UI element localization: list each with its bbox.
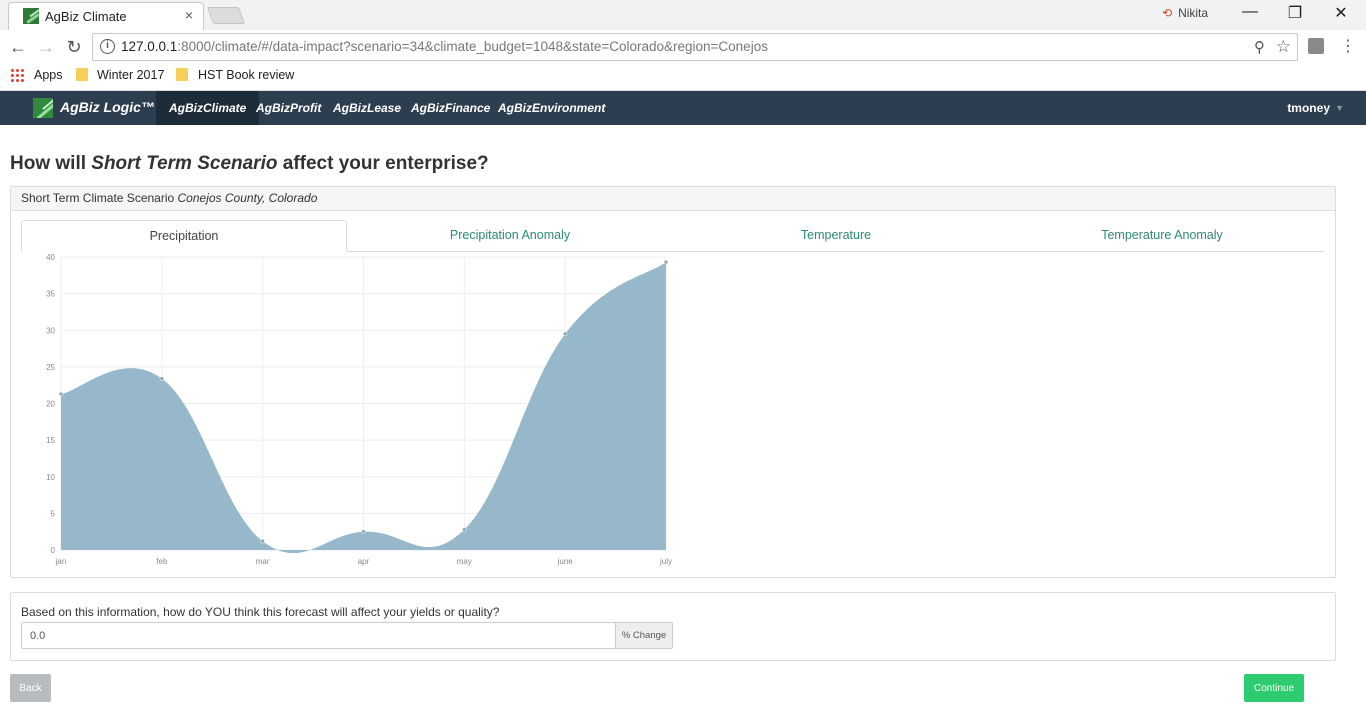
y-tick-label: 30 [46, 326, 55, 335]
browser-tab[interactable]: AgBiz Climate × [8, 2, 204, 30]
restore-icon[interactable]: ❐ [1280, 3, 1310, 23]
x-tick-label: jan [55, 557, 67, 566]
title-suffix: affect your enterprise? [277, 153, 489, 174]
folder-icon [76, 68, 88, 81]
data-point-feb [159, 376, 165, 381]
x-tick-label: feb [156, 557, 168, 566]
browser-tab-title: AgBiz Climate [45, 9, 127, 24]
x-tick-label: apr [358, 557, 370, 566]
close-tab-icon[interactable]: × [185, 7, 193, 23]
title-scenario: Short Term Scenario [91, 153, 278, 174]
climate-panel: Short Term Climate Scenario Conejos Coun… [10, 186, 1336, 578]
brand-name[interactable]: AgBiz Logic™ [60, 99, 155, 115]
back-button[interactable]: Back [10, 674, 51, 702]
apps-grid-icon[interactable] [10, 68, 24, 82]
x-tick-label: may [457, 557, 472, 566]
bookmark-hst-book-review[interactable]: HST Book review [198, 68, 294, 82]
agbiz-favicon-icon [23, 8, 39, 24]
chart-tabs: Precipitation Precipitation Anomaly Temp… [21, 220, 1325, 252]
bookmark-winter-2017[interactable]: Winter 2017 [97, 68, 164, 82]
nav-agbizenvironment[interactable]: AgBizEnvironment [485, 91, 618, 125]
bookmark-star-icon[interactable]: ☆ [1276, 37, 1291, 57]
y-tick-label: 15 [46, 436, 55, 445]
x-tick-label: june [557, 557, 574, 566]
tab-precipitation-anomaly[interactable]: Precipitation Anomaly [347, 220, 673, 252]
y-tick-label: 5 [51, 509, 56, 518]
data-point-may [462, 527, 467, 532]
address-bar[interactable]: i 127.0.0.1:8000/climate/#/data-impact?s… [92, 33, 1298, 61]
browser-tabstrip: AgBiz Climate × ⟲ Nikita — ❐ ✕ [0, 0, 1366, 30]
url-text[interactable]: 127.0.0.1:8000/climate/#/data-impact?sce… [121, 39, 768, 54]
data-point-june [562, 331, 568, 337]
close-window-icon[interactable]: ✕ [1326, 3, 1356, 23]
continue-button[interactable]: Continue [1244, 674, 1304, 702]
user-menu[interactable]: tmoney [1287, 91, 1330, 125]
reload-icon[interactable]: ↻ [62, 35, 86, 59]
precipitation-area-chart: 0 5 10 15 20 25 30 35 40 jan feb mar apr may june july [46, 253, 672, 566]
tab-temperature-anomaly[interactable]: Temperature Anomaly [999, 220, 1325, 252]
folder-icon [176, 68, 188, 81]
y-tick-label: 40 [46, 253, 55, 262]
forward-arrow-icon[interactable]: → [34, 35, 58, 59]
x-tick-label: july [659, 557, 672, 566]
data-point-mar [260, 538, 265, 544]
data-point-july [663, 259, 669, 265]
info-icon[interactable]: i [100, 39, 115, 54]
forecast-question-label: Based on this information, how do YOU th… [21, 605, 500, 619]
data-point-jan [58, 391, 64, 397]
panel-heading: Short Term Climate Scenario Conejos Coun… [11, 187, 1335, 211]
profile-name: Nikita [1178, 6, 1209, 20]
bookmark-apps[interactable]: Apps [34, 68, 63, 82]
browser-toolbar: ← → ↻ i 127.0.0.1:8000/climate/#/data-im… [0, 30, 1366, 64]
url-path: :8000/climate/#/data-impact?scenario=34&… [177, 39, 768, 54]
panel-heading-scenario: Short Term Climate Scenario [21, 191, 178, 205]
new-tab-button[interactable] [206, 7, 246, 24]
app-navbar: AgBiz Logic™ AgBizClimate AgBizProfit Ag… [0, 91, 1366, 125]
title-prefix: How will [10, 153, 92, 174]
forecast-question-panel: Based on this information, how do YOU th… [10, 592, 1336, 661]
back-arrow-icon[interactable]: ← [6, 35, 30, 59]
y-tick-label: 25 [46, 363, 55, 372]
panel-heading-location: Conejos County, Colorado [177, 191, 318, 205]
y-tick-label: 0 [51, 546, 56, 555]
tab-temperature[interactable]: Temperature [673, 220, 999, 252]
extension-icon[interactable] [1308, 38, 1324, 54]
percent-change-addon: % Change [615, 622, 673, 649]
tab-precipitation[interactable]: Precipitation [21, 220, 347, 252]
minimize-icon[interactable]: — [1235, 3, 1265, 21]
y-tick-label: 20 [46, 400, 55, 409]
y-tick-label: 10 [46, 473, 55, 482]
page-title: How will Short Term Scenario affect your… [10, 153, 489, 175]
precipitation-chart: 0 5 10 15 20 25 30 35 40 jan feb mar apr may june july [21, 253, 681, 573]
profile-icon: ⟲ [1162, 6, 1173, 20]
caret-down-icon[interactable]: ▼ [1335, 91, 1344, 125]
zoom-icon[interactable]: ⚲ [1254, 38, 1265, 56]
profile-chip[interactable]: ⟲ Nikita [1162, 6, 1208, 20]
browser-menu-icon[interactable]: ⋮ [1340, 36, 1356, 56]
yield-change-input[interactable] [21, 622, 616, 649]
y-tick-label: 35 [46, 290, 55, 299]
x-tick-label: mar [256, 557, 270, 566]
agbiz-logo-icon [33, 98, 53, 118]
data-point-apr [361, 529, 366, 534]
url-host: 127.0.0.1 [121, 39, 178, 54]
